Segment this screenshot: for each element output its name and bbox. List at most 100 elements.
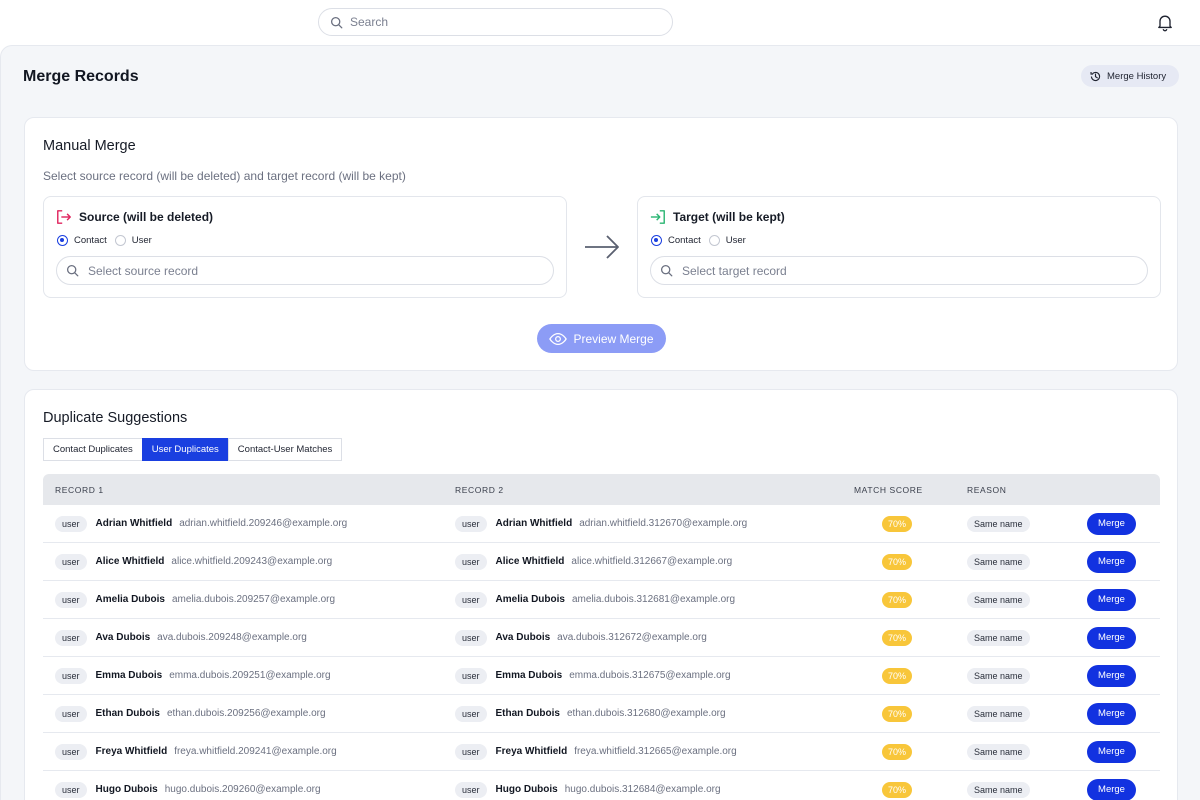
record-name: Ava Dubois — [495, 632, 551, 643]
global-search-input[interactable] — [350, 15, 650, 29]
reason-badge: Same name — [967, 667, 1030, 684]
merge-history-button[interactable]: Merge History — [1081, 65, 1179, 87]
match-score-badge: 70% — [882, 667, 913, 684]
record-email: emma.dubois.209251@example.org — [169, 670, 331, 681]
match-score-badge: 70% — [882, 743, 913, 760]
record-1-cell: user Amelia Dubois amelia.dubois.209257@ex… — [55, 581, 335, 618]
target-radio-user[interactable]: User — [708, 235, 746, 246]
target-record-select[interactable] — [650, 256, 1148, 285]
target-panel: Target (will be kept) Contact User — [637, 196, 1161, 298]
target-radio-contact[interactable]: Contact — [651, 235, 701, 246]
manual-merge-card: Manual Merge Select source record (will … — [24, 117, 1178, 371]
action-cell: Merge — [1087, 619, 1136, 656]
col-record-2: RECORD 2 — [455, 485, 504, 495]
radio-selected[interactable] — [57, 235, 68, 246]
duplicates-title: Duplicate Suggestions — [43, 410, 188, 426]
record-email: ethan.dubois.312680@example.org — [566, 708, 726, 719]
record-type-badge: user — [455, 667, 487, 684]
reason-badge: Same name — [967, 553, 1030, 570]
record-1-cell: user Ava Dubois ava.dubois.209248@example.… — [55, 619, 307, 656]
match-score-cell: 70% — [882, 695, 913, 732]
match-score-cell: 70% — [882, 771, 913, 800]
target-header: Target (will be kept) — [649, 209, 785, 225]
source-record-input[interactable] — [88, 263, 528, 278]
match-score-badge: 70% — [882, 705, 913, 722]
radio-selected[interactable] — [651, 235, 662, 246]
merge-button[interactable]: Merge — [1087, 740, 1136, 763]
duplicate-suggestions-card: Duplicate Suggestions Contact Duplicates… — [24, 389, 1178, 800]
record-1-cell: user Hugo Dubois hugo.dubois.209260@exampl… — [55, 771, 321, 800]
source-record-select[interactable] — [56, 256, 554, 285]
table-header: RECORD 1 RECORD 2 MATCH SCORE REASON — [43, 474, 1160, 505]
reason-badge: Same name — [967, 743, 1030, 760]
target-radio-user-label: User — [725, 235, 746, 246]
global-search[interactable] — [318, 8, 673, 36]
record-1-cell: user Emma Dubois emma.dubois.209251@exampl… — [55, 657, 331, 694]
match-score-badge: 70% — [882, 781, 913, 798]
tab-user-duplicates[interactable]: User Duplicates — [141, 438, 229, 461]
record-name: Amelia Dubois — [95, 594, 165, 605]
record-1-cell: user Adrian Whitfield adrian.whitfield.209… — [55, 505, 347, 542]
source-header: Source (will be deleted) — [55, 209, 213, 225]
match-score-cell: 70% — [882, 543, 913, 580]
manual-merge-subtitle: Select source record (will be deleted) a… — [43, 169, 406, 183]
record-name: Adrian Whitfield — [495, 518, 573, 529]
merge-button[interactable]: Merge — [1087, 702, 1136, 725]
record-2-cell: user Alice Whitfield alice.whitfield.31266… — [455, 543, 732, 580]
record-type-badge: user — [55, 591, 87, 608]
reason-badge: Same name — [967, 515, 1030, 532]
target-record-input[interactable] — [682, 263, 1122, 278]
radio-unselected[interactable] — [708, 235, 720, 246]
record-type-badge: user — [55, 515, 87, 532]
table-row: user Ethan Dubois ethan.dubois.209256@exam… — [43, 695, 1160, 733]
record-email: hugo.dubois.312684@example.org — [564, 784, 721, 795]
merge-button[interactable]: Merge — [1087, 550, 1136, 573]
action-cell: Merge — [1087, 733, 1136, 770]
source-radio-contact-label: Contact — [74, 235, 107, 246]
record-name: Hugo Dubois — [95, 784, 158, 795]
reason-badge: Same name — [967, 705, 1030, 722]
radio-unselected[interactable] — [114, 235, 126, 246]
reason-cell: Same name — [967, 505, 1030, 542]
record-type-badge: user — [55, 667, 87, 684]
record-type-badge: user — [455, 591, 487, 608]
source-radio-user[interactable]: User — [114, 235, 152, 246]
match-score-badge: 70% — [882, 515, 913, 532]
col-reason: REASON — [967, 485, 1007, 495]
reason-cell: Same name — [967, 657, 1030, 694]
record-email: ethan.dubois.209256@example.org — [166, 708, 326, 719]
record-email: freya.whitfield.312665@example.org — [574, 746, 737, 757]
merge-button[interactable]: Merge — [1087, 512, 1136, 535]
record-email: freya.whitfield.209241@example.org — [174, 746, 337, 757]
merge-button[interactable]: Merge — [1087, 664, 1136, 687]
tab-contact-duplicates[interactable]: Contact Duplicates — [43, 438, 143, 461]
record-1-cell: user Ethan Dubois ethan.dubois.209256@exam… — [55, 695, 326, 732]
merge-button[interactable]: Merge — [1087, 626, 1136, 649]
col-match-score: MATCH SCORE — [854, 485, 923, 495]
preview-merge-button[interactable]: Preview Merge — [537, 324, 666, 353]
reason-cell: Same name — [967, 581, 1030, 618]
target-type-radios: Contact User — [651, 235, 754, 246]
merge-button[interactable]: Merge — [1087, 588, 1136, 611]
table-row: user Adrian Whitfield adrian.whitfield.209… — [43, 505, 1160, 543]
action-cell: Merge — [1087, 695, 1136, 732]
match-score-cell: 70% — [882, 657, 913, 694]
record-1-cell: user Freya Whitfield freya.whitfield.20924… — [55, 733, 337, 770]
record-name: Freya Whitfield — [495, 746, 568, 757]
record-name: Freya Whitfield — [95, 746, 168, 757]
record-1-cell: user Alice Whitfield alice.whitfield.20924… — [55, 543, 332, 580]
source-radio-contact[interactable]: Contact — [57, 235, 107, 246]
table-row: user Ava Dubois ava.dubois.209248@example.… — [43, 619, 1160, 657]
target-title: Target (will be kept) — [673, 210, 785, 224]
tab-contact-user-matches[interactable]: Contact-User Matches — [227, 438, 343, 461]
record-2-cell: user Ava Dubois ava.dubois.312672@example.… — [455, 619, 707, 656]
table-row: user Emma Dubois emma.dubois.209251@exampl… — [43, 657, 1160, 695]
table-row: user Freya Whitfield freya.whitfield.20924… — [43, 733, 1160, 771]
bell-icon[interactable] — [1155, 12, 1175, 32]
merge-button[interactable]: Merge — [1087, 778, 1136, 800]
record-email: ava.dubois.209248@example.org — [157, 632, 307, 643]
record-email: alice.whitfield.312667@example.org — [571, 556, 733, 567]
record-email: emma.dubois.312675@example.org — [569, 670, 731, 681]
record-2-cell: user Emma Dubois emma.dubois.312675@exampl… — [455, 657, 731, 694]
record-name: Ethan Dubois — [95, 708, 160, 719]
